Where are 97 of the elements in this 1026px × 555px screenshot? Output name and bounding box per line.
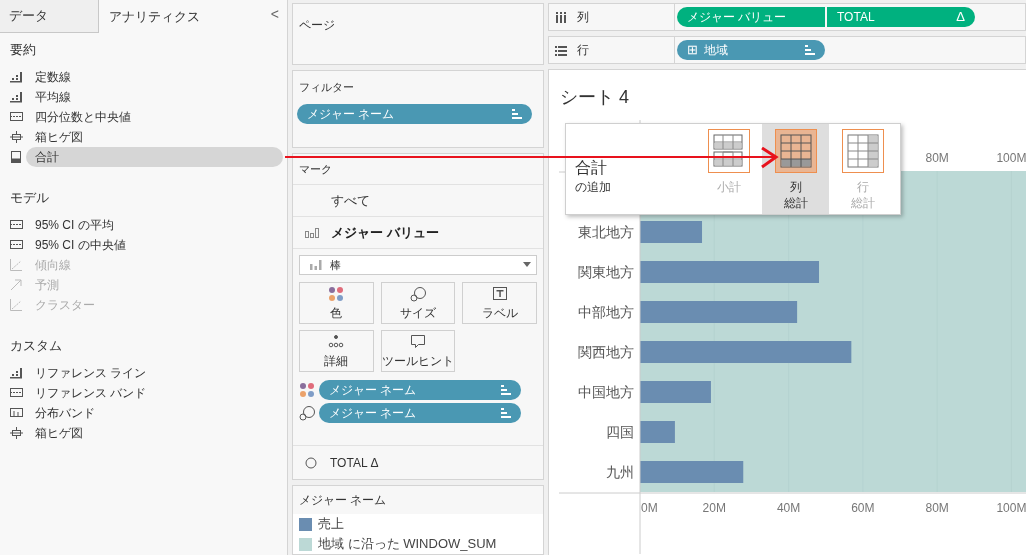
chart-icon [10, 279, 23, 291]
legend-label: 売上 [318, 516, 344, 532]
row-label: 関東地方 [578, 264, 634, 280]
pill-label: メジャー ネーム [329, 405, 417, 422]
table-icon [774, 129, 817, 173]
analytics-item[interactable]: 分布バンド [26, 403, 277, 423]
marks-card-button[interactable]: サイズ [380, 282, 456, 324]
property-icon [328, 334, 345, 350]
chart-icon [10, 91, 23, 103]
analytics-item[interactable]: 定数線 [26, 67, 277, 87]
marks-all-tab[interactable]: すべて [331, 190, 370, 211]
analytics-item[interactable]: リファレンス ライン [26, 363, 277, 383]
shelf-title: 行 [577, 42, 589, 59]
popup-title: 合計 [575, 158, 608, 178]
row-label: 関西地方 [578, 344, 634, 360]
chart-icon [10, 367, 23, 379]
row-label: 四国 [606, 424, 634, 440]
analytics-item[interactable]: 箱ヒゲ図 [26, 423, 277, 443]
shelf-title: ページ [299, 18, 335, 32]
row-label: 九州 [606, 464, 634, 480]
property-icon [328, 286, 345, 302]
dropdown-arrow-icon [523, 262, 531, 267]
analytics-item[interactable]: 95% CI の中央値 [26, 235, 277, 255]
collapse-button[interactable]: < [270, 4, 279, 25]
sort-icon [805, 44, 815, 56]
chart-icon [10, 299, 23, 311]
section-heading: カスタム [10, 337, 63, 355]
analytics-item[interactable]: 合計 [26, 147, 283, 167]
chart-icon [10, 407, 23, 419]
table-icon [841, 129, 884, 173]
sort-icon [501, 384, 511, 396]
analytics-item[interactable]: リファレンス バンド [26, 383, 277, 403]
marks-card-button[interactable]: 詳細 [299, 330, 374, 372]
property-icon [410, 286, 426, 302]
bar [640, 381, 711, 403]
axis-tick-label: 40M [776, 501, 801, 515]
bar [640, 221, 703, 243]
pill-label: TOTAL [837, 9, 875, 26]
chart-icon [10, 111, 23, 123]
chart-icon [10, 427, 23, 439]
columns-icon [555, 11, 567, 23]
marks-total-tab[interactable]: TOTAL Δ [330, 453, 379, 472]
section-heading: 要約 [10, 41, 37, 59]
marks-measure-tab[interactable]: メジャー バリュー [331, 222, 439, 243]
pill-label: メジャー バリュー [687, 9, 787, 26]
totals-option[interactable]: 列 総計 [762, 124, 829, 214]
pill-label: メジャー ネーム [307, 105, 395, 123]
row-label: 中国地方 [578, 384, 634, 400]
axis-tick-label: 80M [925, 501, 949, 515]
circle-icon [305, 456, 317, 469]
analytics-item[interactable]: 平均線 [26, 87, 277, 107]
axis-tick-label: 60M [851, 501, 875, 515]
pill-label: メジャー ネーム [329, 382, 417, 399]
property-icon [410, 334, 426, 350]
shelf-title: フィルター [298, 80, 355, 95]
axis-tick-label: 100M [996, 501, 1026, 515]
chart-icon [10, 387, 23, 399]
legend-label: 地域 に沿った WINDOW_SUM [318, 536, 497, 552]
analytics-item[interactable]: 四分位数と中央値 [26, 107, 277, 127]
marks-card-button[interactable]: 色 [299, 282, 374, 324]
popup-subtitle: の追加 [575, 179, 612, 196]
legend-title: メジャー ネーム [299, 492, 387, 509]
axis-tick-label: 80M [925, 151, 949, 165]
row-label: 中部地方 [578, 304, 634, 320]
axis-tick-label: 20M [702, 501, 726, 515]
analytics-item[interactable]: 95% CI の平均 [26, 215, 277, 235]
chart-icon [10, 219, 23, 231]
rows-icon [555, 44, 567, 56]
bar-chart-icon [305, 227, 319, 238]
chart-icon [10, 239, 23, 251]
axis-tick-label: 0M [641, 501, 658, 515]
property-icon [491, 286, 508, 302]
expand-icon: ⊞ [687, 40, 698, 60]
shelf-title: マーク [299, 161, 332, 177]
row-label: 東北地方 [578, 224, 634, 240]
sort-icon [501, 407, 511, 419]
delta-icon: Δ [956, 7, 965, 27]
shelf-title: 列 [577, 9, 589, 26]
sort-icon [512, 107, 522, 120]
bar [640, 421, 675, 443]
chart-icon [10, 151, 23, 163]
marks-card-button[interactable]: ツールヒント [380, 330, 456, 372]
analytics-item[interactable]: 箱ヒゲ図 [26, 127, 277, 147]
mark-type-dropdown[interactable]: 棒 [299, 255, 537, 275]
axis-tick-label: 100M [996, 151, 1026, 165]
table-icon [707, 129, 750, 173]
tab[interactable]: データ [0, 0, 99, 33]
marks-card-button[interactable]: ラベル [462, 282, 537, 324]
size-icon [299, 405, 315, 421]
chart-icon [10, 131, 23, 143]
chart-icon [10, 71, 23, 83]
section-heading: モデル [10, 189, 50, 207]
pill-label: 地域 [704, 42, 728, 59]
chart-icon [10, 259, 23, 271]
color-icon [299, 382, 315, 398]
sheet-title: シート 4 [560, 86, 629, 109]
bar-chart-icon [310, 260, 322, 270]
